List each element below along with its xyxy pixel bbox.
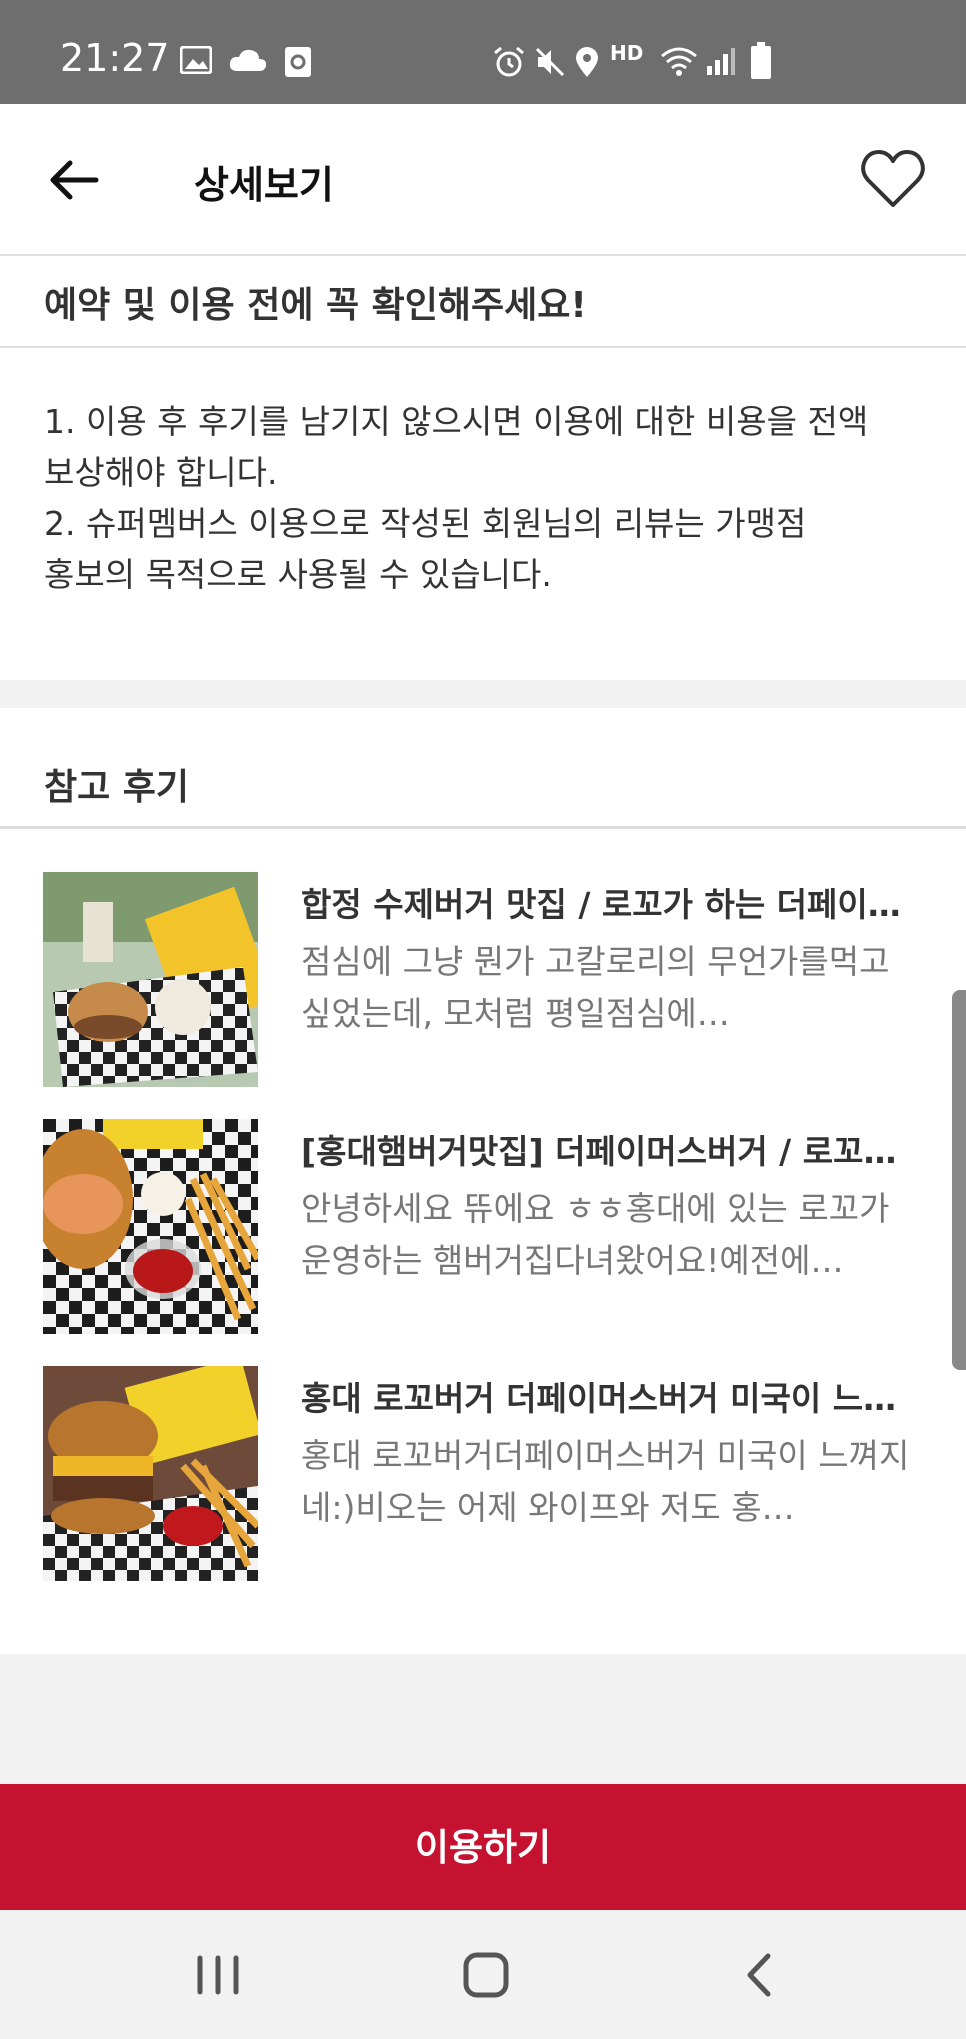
review-item[interactable]: 합정 수제버거 맛집 / 로꼬가 하는 더페이머스버거 점심에 그냥 뭔가 고칼… [0, 872, 966, 1088]
notice-body: 1. 이용 후 후기를 남기지 않으시면 이용에 대한 비용을 전액 보상해야 … [44, 396, 924, 600]
review-title: 합정 수제버거 맛집 / 로꼬가 하는 더페이머스버거 [301, 885, 917, 924]
heart-outline-icon [861, 150, 925, 207]
alarm-icon [492, 46, 526, 78]
favorite-button[interactable] [860, 148, 926, 210]
notice-line: 2. 슈퍼멤버스 이용으로 작성된 회원님의 리뷰는 가맹점 [44, 504, 807, 543]
signal-icon [706, 46, 736, 76]
page-title: 상세보기 [194, 163, 334, 207]
scroll-indicator[interactable] [952, 990, 966, 1370]
review-thumbnail [43, 1119, 258, 1334]
review-snippet: 점심에 그냥 뭔가 고칼로리의 무언가를먹고 싶었는데, 모처럼 평일점심에… [301, 942, 890, 1033]
notice-title: 예약 및 이용 전에 꼭 확인해주세요! [44, 285, 587, 326]
recent-apps-icon [197, 1955, 239, 1995]
notice-line: 보상해야 합니다. [44, 453, 278, 492]
review-title: [홍대햄버거맛집] 더페이머스버거 / 로꼬가 운영하는 [301, 1132, 917, 1171]
system-nav-bar [0, 1910, 966, 2039]
back-icon [747, 1953, 771, 1997]
home-icon [463, 1952, 509, 1998]
back-nav-button[interactable] [730, 1948, 790, 2002]
status-bar: 21:27 HD [0, 0, 966, 104]
location-icon [574, 46, 600, 78]
reviews-title: 참고 후기 [44, 767, 190, 808]
screen-record-icon [284, 46, 312, 78]
notice-section: 예약 및 이용 전에 꼭 확인해주세요! 1. 이용 후 후기를 남기지 않으시… [0, 256, 966, 680]
back-button[interactable] [46, 152, 102, 208]
mute-icon [534, 46, 566, 78]
review-thumbnail [43, 1366, 258, 1581]
app-header: 상세보기 [0, 104, 966, 256]
recent-apps-button[interactable] [188, 1948, 248, 2002]
review-thumbnail [43, 872, 258, 1087]
notice-divider [0, 346, 966, 348]
review-item[interactable]: [홍대햄버거맛집] 더페이머스버거 / 로꼬가 운영하는 안녕하세요 뜌에요 ㅎ… [0, 1119, 966, 1335]
review-snippet: 홍대 로꼬버거더페이머스버거 미국이 느껴지네:)비오는 어제 와이프와 저도 … [301, 1436, 910, 1527]
reviews-divider [0, 826, 966, 829]
wifi-icon [660, 46, 698, 76]
review-item[interactable]: 홍대 로꼬버거 더페이머스버거 미국이 느껴지네 홍대 로꼬버거더페이머스버거 … [0, 1366, 966, 1582]
review-title: 홍대 로꼬버거 더페이머스버거 미국이 느껴지네 [301, 1379, 917, 1418]
cloud-icon [228, 46, 268, 74]
battery-icon [750, 42, 772, 80]
home-button[interactable] [456, 1948, 516, 2002]
notice-line: 홍보의 목적으로 사용될 수 있습니다. [44, 555, 552, 594]
notice-line: 1. 이용 후 후기를 남기지 않으시면 이용에 대한 비용을 전액 [44, 402, 869, 441]
status-time: 21:27 [60, 36, 170, 80]
arrow-left-icon [50, 160, 99, 200]
review-snippet: 안녕하세요 뜌에요 ㅎㅎ홍대에 있는 로꼬가 운영하는 햄버거집다녀왔어요!예전… [301, 1189, 890, 1280]
hd-voice-label: HD [610, 41, 644, 65]
use-button[interactable]: 이용하기 [0, 1784, 966, 1910]
hd-voice-icon: HD [610, 41, 644, 65]
reviews-section: 참고 후기 합정 수제버거 맛집 / 로꼬가 하는 더페이머스버거 점심 [0, 708, 966, 1654]
image-icon [180, 46, 212, 74]
